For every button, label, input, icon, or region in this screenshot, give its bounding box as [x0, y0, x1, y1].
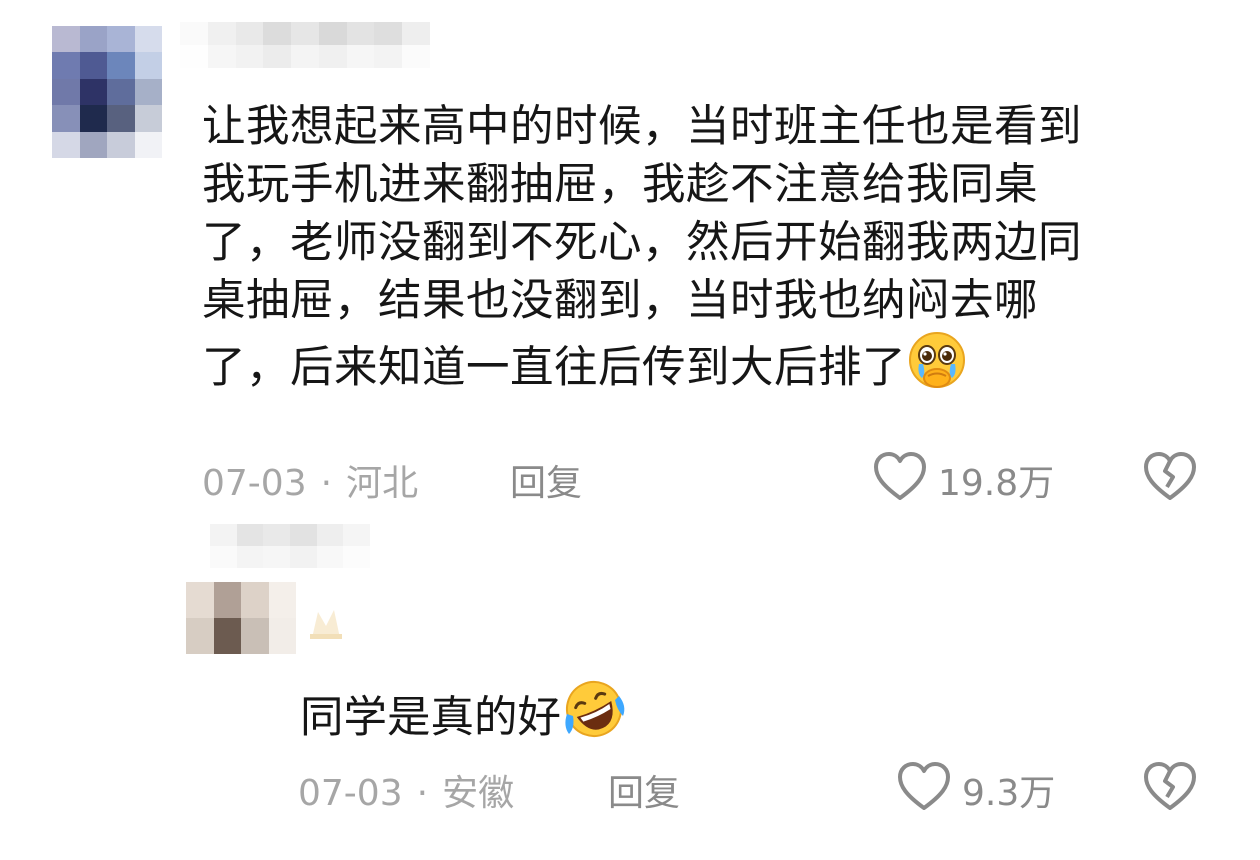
comment-location: 安徽 [442, 773, 515, 814]
comment-line: 了，老师没翻到不死心，然后开始翻我两边同 [202, 218, 1082, 268]
pleading-tears-emoji [906, 330, 968, 407]
like-count: 19.8万 [938, 463, 1055, 504]
reply-text: 同学是真的好 [300, 693, 561, 743]
comment-line: 了，后来知道一直往后传到大后排了 [202, 330, 1202, 407]
comment-meta: 07-03 · 安徽 [298, 764, 514, 816]
like-button[interactable] [896, 760, 952, 814]
dislike-button[interactable] [1142, 450, 1198, 504]
like-count: 9.3万 [962, 773, 1056, 814]
reply-button[interactable]: 回复 [510, 454, 582, 506]
avatar[interactable] [186, 582, 296, 654]
username[interactable] [180, 22, 430, 68]
badge-icon [300, 604, 352, 642]
broken-heart-outline-icon [1144, 452, 1196, 500]
comment-line: 让我想起来高中的时候，当时班主任也是看到 [202, 102, 1082, 152]
comment-line: 桌抽屉，结果也没翻到，当时我也纳闷去哪 [202, 276, 1038, 326]
username[interactable] [210, 524, 370, 568]
comment-date: 07-03 [298, 773, 403, 814]
meta-separator: · [320, 463, 333, 504]
broken-heart-outline-icon [1144, 762, 1196, 810]
reply-comment-text: 同学是真的好 [300, 676, 627, 757]
heart-outline-icon [874, 452, 926, 500]
heart-outline-icon [898, 762, 950, 810]
reply-button[interactable]: 回复 [608, 764, 680, 816]
comment-meta: 07-03 · 河北 [202, 454, 418, 506]
comment-text: 让我想起来高中的时候，当时班主任也是看到 我玩手机进来翻抽屉，我趁不注意给我同桌… [202, 98, 1202, 407]
rofl-emoji [561, 676, 627, 757]
like-button[interactable] [872, 450, 928, 504]
comment-date: 07-03 [202, 463, 307, 504]
avatar[interactable] [52, 26, 162, 158]
comment-line: 我玩手机进来翻抽屉，我趁不注意给我同桌 [202, 160, 1038, 210]
meta-separator: · [416, 773, 429, 814]
comment-location: 河北 [346, 463, 419, 504]
dislike-button[interactable] [1142, 760, 1198, 814]
comment-line-text: 了，后来知道一直往后传到大后排了 [202, 343, 906, 393]
